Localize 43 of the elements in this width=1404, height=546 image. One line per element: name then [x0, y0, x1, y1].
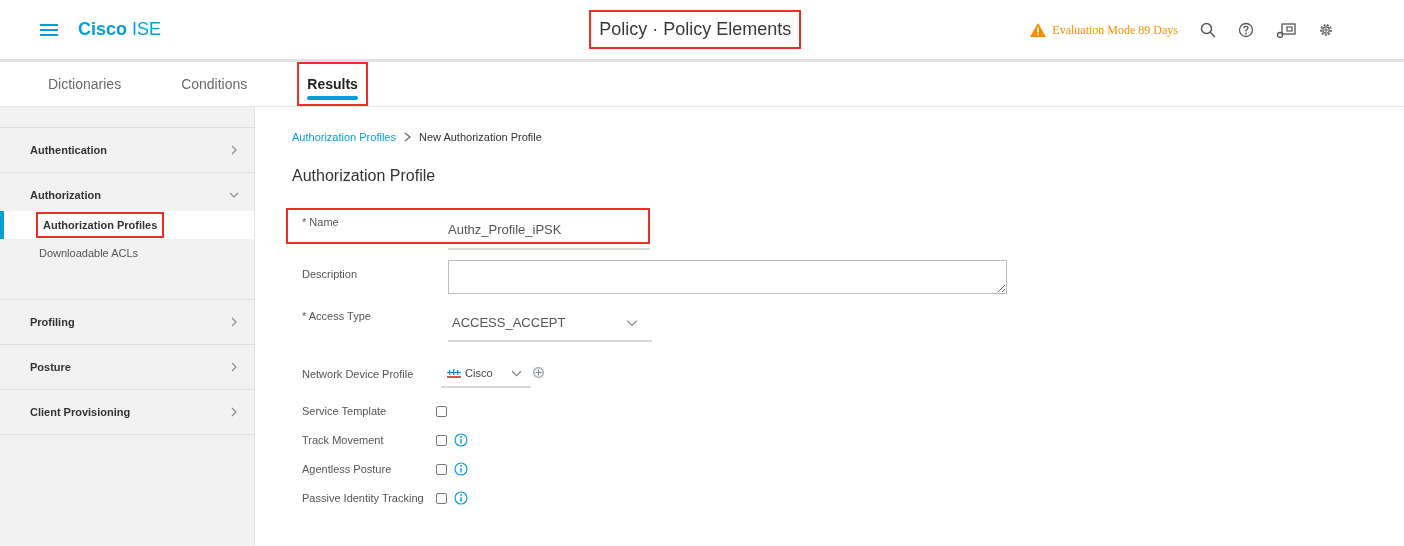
- menu-icon[interactable]: [40, 22, 58, 37]
- field-label: * Access Type: [302, 308, 372, 324]
- field-label: Network Device Profile: [302, 366, 415, 382]
- checkbox[interactable]: [436, 434, 447, 446]
- caret-icon: [510, 368, 522, 379]
- settings-icon[interactable]: [1318, 21, 1334, 38]
- field-label: Description: [302, 266, 359, 282]
- display-icon[interactable]: [1276, 21, 1296, 38]
- sidebar-section[interactable]: Authorization: [30, 186, 101, 204]
- tab[interactable]: Results: [297, 62, 368, 106]
- sidebar-item[interactable]: Authorization Profiles: [36, 211, 165, 239]
- sidebar-section[interactable]: Posture: [30, 358, 71, 376]
- search-icon[interactable]: [1200, 21, 1216, 38]
- field-label: Agentless Posture: [302, 461, 393, 477]
- checkbox[interactable]: [436, 492, 447, 504]
- name-field[interactable]: Authz_Profile_iPSK: [448, 217, 650, 250]
- field-label: Passive Identity Tracking: [302, 490, 425, 506]
- device-profile-dropdown[interactable]: Cisco: [441, 361, 531, 388]
- sidebar-section[interactable]: Profiling: [30, 313, 75, 331]
- field-label: Service Template: [302, 403, 388, 419]
- info-icon[interactable]: [454, 462, 468, 476]
- field-label: Track Movement: [302, 432, 385, 448]
- sidebar-section[interactable]: Client Provisioning: [30, 403, 131, 421]
- tab[interactable]: Dictionaries: [38, 62, 132, 106]
- breadcrumb-current: New Authorization Profile: [418, 130, 542, 145]
- evaluation-warning: Evaluation Mode 89 Days: [1052, 21, 1178, 39]
- sidebar-section[interactable]: Authentication: [30, 141, 107, 159]
- help-icon[interactable]: [1238, 21, 1254, 38]
- checkbox[interactable]: [436, 463, 447, 475]
- device-icon: [447, 368, 461, 379]
- access-type-dropdown[interactable]: ACCESS_ACCEPT: [448, 305, 652, 342]
- sidebar-item[interactable]: Downloadable ACLs: [32, 239, 146, 267]
- field-label: * Name: [302, 214, 340, 230]
- warning-icon: [1030, 22, 1047, 37]
- checkbox[interactable]: [436, 405, 447, 417]
- tab[interactable]: Conditions: [171, 62, 258, 106]
- description-field[interactable]: [448, 259, 1007, 294]
- chevron-right-icon: [403, 132, 411, 143]
- page-heading: Authorization Profile: [292, 165, 437, 186]
- page-title: Policy · Policy Elements: [589, 10, 802, 49]
- info-icon[interactable]: [454, 433, 468, 447]
- add-icon[interactable]: [533, 366, 544, 378]
- info-icon[interactable]: [454, 491, 468, 505]
